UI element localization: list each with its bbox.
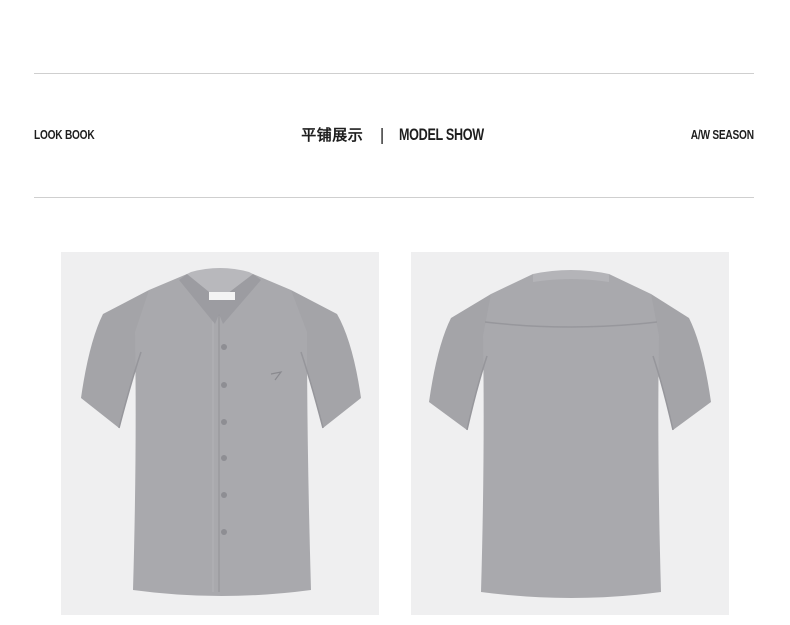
- season-label: A/W SEASON: [690, 127, 754, 142]
- shirt-back-image: [429, 270, 711, 598]
- bottom-divider: [34, 197, 754, 198]
- title-chinese: 平铺展示: [301, 126, 364, 144]
- section-title: 平铺展示 | MODEL SHOW: [0, 124, 790, 145]
- title-english: MODEL SHOW: [398, 124, 484, 144]
- top-divider: [34, 73, 754, 74]
- title-separator: |: [379, 125, 385, 144]
- shirt-front-image: [81, 268, 361, 596]
- shirt-back-photo: [411, 252, 729, 615]
- shirt-front-photo: [61, 252, 379, 615]
